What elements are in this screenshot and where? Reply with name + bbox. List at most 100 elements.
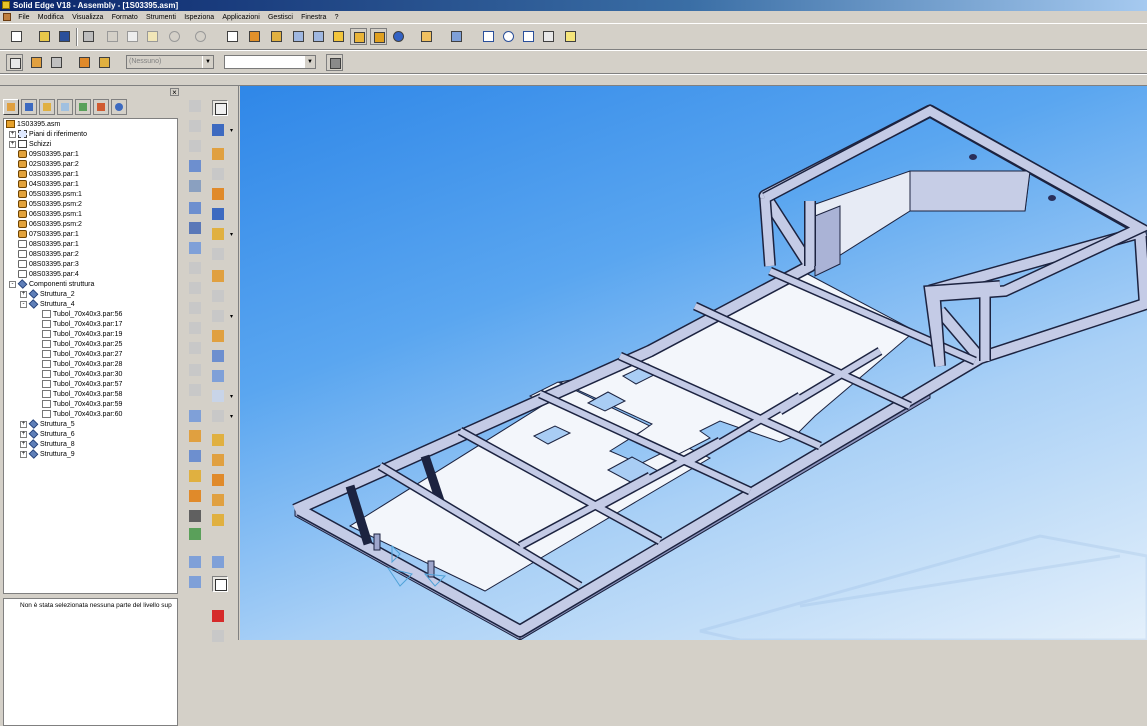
draft-button[interactable] bbox=[187, 280, 203, 296]
rotate-view-button[interactable] bbox=[540, 28, 557, 45]
tree-node[interactable]: 06S03395.psm:2 bbox=[18, 220, 82, 230]
inspect-button[interactable] bbox=[187, 408, 203, 424]
insert-part-button[interactable] bbox=[246, 28, 263, 45]
tree-node[interactable]: Tubol_70x40x3.par:17 bbox=[42, 320, 122, 330]
pattern-button[interactable] bbox=[187, 320, 203, 336]
tree-node[interactable]: Tubol_70x40x3.par:28 bbox=[42, 360, 122, 370]
chevron-down-icon[interactable]: ▾ bbox=[230, 128, 236, 134]
tree-node[interactable]: + Struttura_5 bbox=[20, 419, 75, 430]
tab-pathfinder[interactable] bbox=[3, 99, 19, 115]
tree-node[interactable]: Tubol_70x40x3.par:19 bbox=[42, 330, 122, 340]
expand-icon[interactable]: + bbox=[20, 420, 27, 428]
add-button[interactable] bbox=[210, 608, 226, 624]
frame-button[interactable] bbox=[210, 206, 226, 222]
angle-button[interactable] bbox=[187, 468, 203, 484]
collapse-icon[interactable]: - bbox=[20, 300, 27, 308]
weld-button[interactable] bbox=[187, 362, 203, 378]
sketch-button[interactable] bbox=[210, 432, 226, 448]
tree-node[interactable]: Tubol_70x40x3.par:59 bbox=[42, 400, 122, 410]
tab-feature-library[interactable] bbox=[39, 99, 55, 115]
relations-button[interactable] bbox=[96, 54, 113, 71]
undo-button[interactable] bbox=[166, 28, 183, 45]
revolve-button[interactable] bbox=[187, 118, 203, 134]
tree-node[interactable]: + Piani di riferimento bbox=[9, 130, 87, 140]
variables-button[interactable] bbox=[210, 512, 226, 528]
expand-icon[interactable]: + bbox=[20, 440, 27, 448]
tree-node[interactable]: 05S03395.psm:2 bbox=[18, 200, 82, 210]
view-front-button[interactable] bbox=[310, 28, 327, 45]
sweep-button[interactable] bbox=[187, 138, 203, 154]
expand-icon[interactable]: + bbox=[9, 140, 16, 148]
tree-node[interactable]: 09S03395.par:1 bbox=[18, 150, 79, 160]
tree-node[interactable]: 05S03395.psm:1 bbox=[18, 190, 82, 200]
tree-node[interactable]: - Struttura_4 bbox=[20, 299, 75, 310]
tree-node[interactable]: 08S03395.par:4 bbox=[18, 270, 79, 280]
open-button[interactable] bbox=[36, 28, 53, 45]
chevron-down-icon[interactable]: ▼ bbox=[202, 56, 213, 68]
layers-button[interactable] bbox=[418, 28, 435, 45]
filter-button[interactable] bbox=[28, 54, 45, 71]
expand-icon[interactable]: + bbox=[9, 130, 16, 138]
round-button[interactable] bbox=[187, 260, 203, 276]
tube-button[interactable] bbox=[210, 388, 226, 404]
redo-button[interactable] bbox=[192, 28, 209, 45]
whats-this-help-button[interactable] bbox=[562, 28, 579, 45]
style-combo[interactable]: (Nessuno) ▼ bbox=[126, 55, 214, 69]
expand-icon[interactable]: + bbox=[20, 290, 27, 298]
chevron-down-icon[interactable]: ▾ bbox=[230, 314, 236, 320]
tab-layers[interactable] bbox=[57, 99, 73, 115]
display-config-button[interactable] bbox=[448, 28, 465, 45]
tree-node[interactable]: 08S03395.par:2 bbox=[18, 250, 79, 260]
assembly-tool-button[interactable] bbox=[268, 28, 285, 45]
thin-wall-button[interactable] bbox=[187, 300, 203, 316]
cutout-button[interactable] bbox=[187, 158, 203, 174]
select-arrow-button[interactable] bbox=[212, 100, 228, 116]
save-button[interactable] bbox=[56, 28, 73, 45]
tree-node[interactable]: 08S03395.par:1 bbox=[18, 240, 79, 250]
tree-node[interactable]: Tubol_70x40x3.par:25 bbox=[42, 340, 122, 350]
hole-button[interactable] bbox=[187, 200, 203, 216]
chevron-down-icon[interactable]: ▾ bbox=[230, 394, 236, 400]
tree-node[interactable]: Tubol_70x40x3.par:60 bbox=[42, 410, 122, 420]
properties-button[interactable] bbox=[210, 554, 226, 570]
chamfer-button[interactable] bbox=[187, 240, 203, 256]
protrusion-button[interactable] bbox=[187, 98, 203, 114]
chevron-down-icon[interactable]: ▼ bbox=[304, 56, 315, 68]
print-preview-button[interactable] bbox=[212, 576, 228, 592]
tree-node-root[interactable]: 1S03395.asm bbox=[6, 120, 60, 130]
tree-node[interactable]: 04S03395.par:1 bbox=[18, 180, 79, 190]
move-part-button[interactable] bbox=[210, 246, 226, 262]
print-button[interactable] bbox=[80, 28, 97, 45]
weldment-button[interactable] bbox=[210, 408, 226, 424]
render-sphere-button[interactable] bbox=[390, 28, 407, 45]
assemble-button[interactable] bbox=[210, 122, 226, 138]
create-in-place-button[interactable] bbox=[210, 186, 226, 202]
selection-combo[interactable]: ▼ bbox=[224, 55, 316, 69]
fastener-button[interactable] bbox=[210, 348, 226, 364]
explode-button[interactable] bbox=[210, 308, 226, 324]
home-button[interactable] bbox=[210, 628, 226, 644]
measure-button[interactable] bbox=[187, 428, 203, 444]
mirror-button[interactable] bbox=[187, 340, 203, 356]
paste-button[interactable] bbox=[144, 28, 161, 45]
tree-node[interactable]: 02S03395.par:2 bbox=[18, 160, 79, 170]
assembly-model-view[interactable] bbox=[240, 86, 1147, 640]
select-tool-button[interactable] bbox=[224, 28, 241, 45]
document-system-menu-icon[interactable] bbox=[3, 13, 11, 21]
hole-assembly-button[interactable] bbox=[210, 328, 226, 344]
tree-node[interactable]: Tubol_70x40x3.par:30 bbox=[42, 370, 122, 380]
shaded-button[interactable] bbox=[330, 28, 347, 45]
axis-button[interactable] bbox=[210, 472, 226, 488]
pin-button[interactable] bbox=[326, 54, 343, 71]
view-iso-button[interactable] bbox=[290, 28, 307, 45]
graphics-viewport[interactable] bbox=[240, 86, 1147, 640]
tree-node[interactable]: 03S03395.par:1 bbox=[18, 170, 79, 180]
tree-node[interactable]: 08S03395.par:3 bbox=[18, 260, 79, 270]
replace-part-button[interactable] bbox=[210, 166, 226, 182]
area-button[interactable] bbox=[187, 488, 203, 504]
tab-sensors[interactable] bbox=[93, 99, 109, 115]
expand-icon[interactable]: + bbox=[20, 450, 27, 458]
tree-node[interactable]: + Struttura_6 bbox=[20, 429, 75, 440]
shaded-edges-button[interactable] bbox=[350, 28, 367, 45]
visible-edges-button[interactable] bbox=[370, 28, 387, 45]
